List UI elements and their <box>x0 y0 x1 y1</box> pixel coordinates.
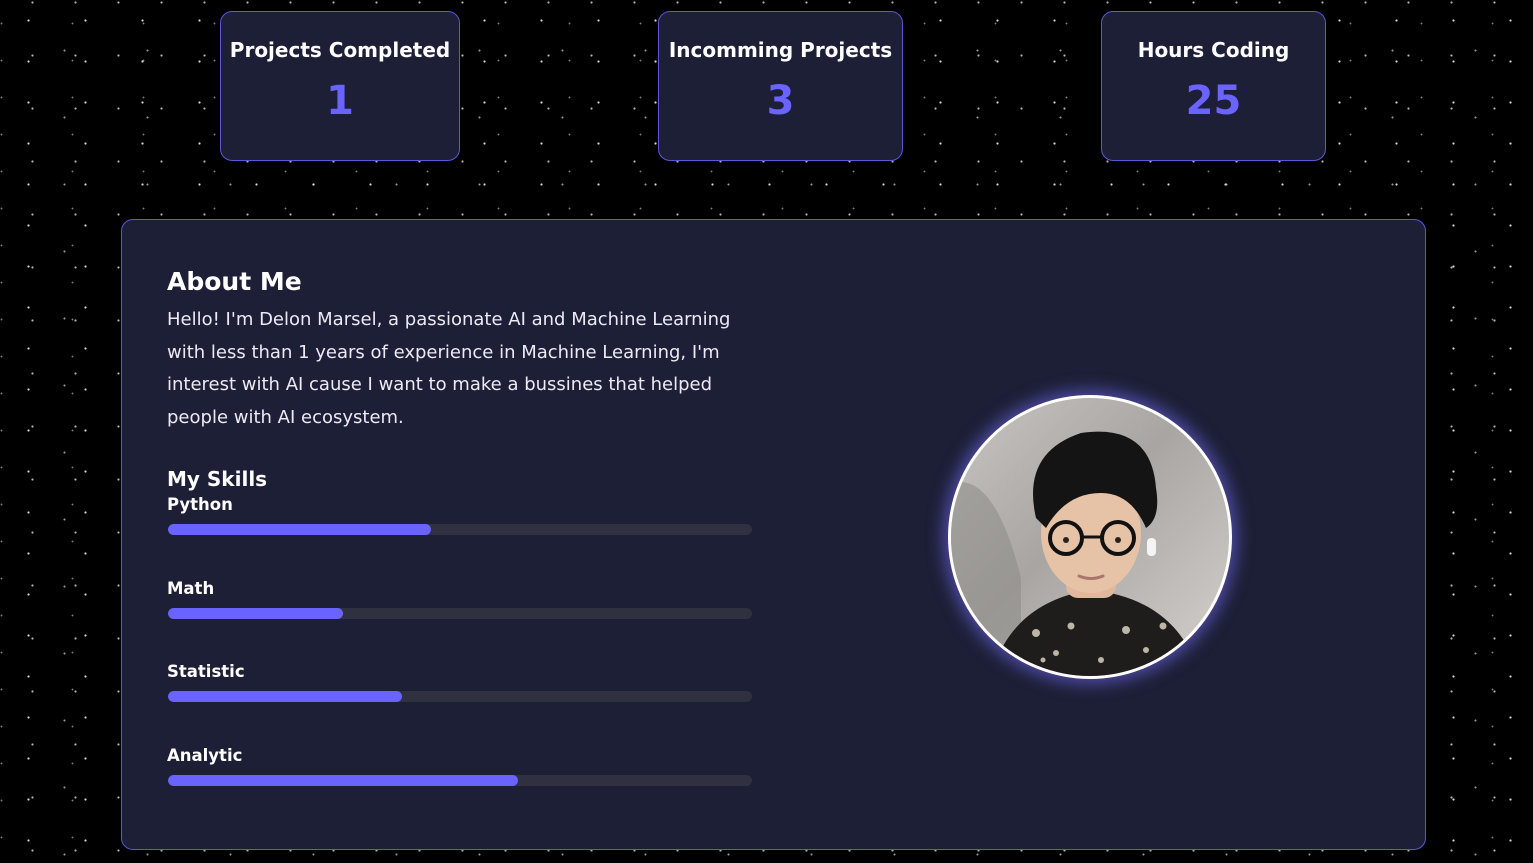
skill-math: Math <box>167 579 752 619</box>
skill-progress-track <box>168 524 752 535</box>
skills-title: My Skills <box>167 467 268 491</box>
stat-value: 25 <box>1185 78 1242 124</box>
profile-photo-icon <box>951 431 1201 676</box>
about-text: Hello! I'm Delon Marsel, a passionate AI… <box>167 309 731 428</box>
skill-name: Python <box>167 495 233 514</box>
stat-card-projects-completed: Projects Completed 1 <box>220 11 460 161</box>
about-section: About Me Hello! I'm Delon Marsel, a pass… <box>121 219 1426 850</box>
skill-python: Python <box>167 495 752 535</box>
stat-value: 1 <box>326 78 354 124</box>
about-title: About Me <box>167 267 302 296</box>
skill-name: Analytic <box>167 746 243 765</box>
stat-label: Hours Coding <box>1137 38 1290 62</box>
stat-card-incoming-projects: Incomming Projects 3 <box>658 11 903 161</box>
skill-progress-fill <box>168 608 344 619</box>
skill-progress-fill <box>168 691 402 702</box>
stat-card-hours-coding: Hours Coding 25 <box>1101 11 1326 161</box>
skill-progress-track <box>168 691 752 702</box>
skill-progress-track <box>168 775 752 786</box>
skill-progress-fill <box>168 524 431 535</box>
stat-label: Projects Completed <box>229 38 451 62</box>
skill-name: Math <box>167 579 215 598</box>
skill-analytic: Analytic <box>167 746 752 786</box>
skill-progress-track <box>168 608 752 619</box>
skill-progress-fill <box>168 775 519 786</box>
stat-label: Incomming Projects <box>668 38 893 62</box>
skill-statistic: Statistic <box>167 662 752 702</box>
stat-value: 3 <box>766 78 795 124</box>
skill-name: Statistic <box>167 662 245 681</box>
profile-avatar <box>948 395 1232 679</box>
